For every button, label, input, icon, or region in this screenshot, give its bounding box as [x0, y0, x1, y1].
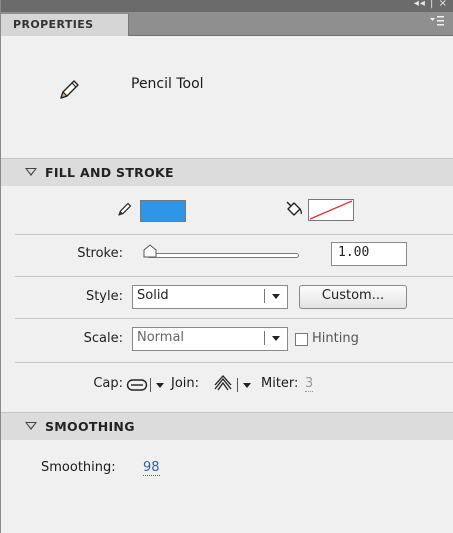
section-title: SMOOTHING	[45, 419, 135, 434]
chevron-down-icon	[272, 294, 280, 299]
chevron-down-icon	[272, 336, 280, 341]
scale-select-value: Normal	[137, 330, 185, 345]
panel-window-controls[interactable]: ◂◂ | ×	[414, 0, 448, 9]
divider	[15, 362, 453, 363]
stroke-width-input[interactable]: 1.00	[331, 242, 407, 266]
cap-separator	[150, 378, 151, 392]
select-separator	[264, 331, 265, 345]
divider	[15, 234, 453, 235]
divider	[15, 276, 453, 277]
tool-name: Pencil Tool	[131, 76, 204, 92]
cap-label: Cap:	[93, 376, 123, 391]
stroke-pencil-icon	[117, 201, 133, 217]
stroke-color-swatch[interactable]	[140, 200, 186, 222]
tab-properties[interactable]: PROPERTIES	[1, 14, 129, 36]
panel-tabstrip: PROPERTIES	[1, 12, 453, 36]
paint-bucket-icon	[284, 199, 304, 219]
panel-titlebar: ◂◂ | ×	[1, 0, 453, 12]
stroke-slider-track[interactable]	[147, 253, 299, 258]
smoothing-label: Smoothing:	[41, 460, 116, 475]
custom-button[interactable]: Custom...	[299, 285, 407, 309]
collapse-triangle-icon[interactable]	[25, 168, 37, 176]
smoothing-value[interactable]: 98	[143, 461, 160, 476]
miter-value[interactable]: 3	[305, 377, 314, 392]
hinting-label: Hinting	[312, 331, 359, 346]
join-round-icon[interactable]	[213, 375, 233, 391]
pencil-icon	[57, 78, 81, 102]
hinting-checkbox[interactable]	[295, 333, 308, 346]
scale-label: Scale:	[83, 331, 123, 346]
cap-round-icon[interactable]	[126, 378, 148, 392]
stroke-label: Stroke:	[77, 246, 123, 261]
fill-color-swatch[interactable]	[308, 199, 354, 221]
properties-panel: ◂◂ | × PROPERTIES Pencil Tool FILL AND S…	[0, 0, 453, 533]
style-select[interactable]: Solid	[132, 285, 288, 309]
miter-label: Miter:	[261, 376, 299, 391]
section-title: FILL AND STROKE	[45, 165, 174, 180]
scale-select[interactable]: Normal	[132, 327, 288, 351]
style-label: Style:	[85, 289, 123, 304]
cap-dropdown-icon[interactable]	[156, 383, 164, 388]
join-dropdown-icon[interactable]	[243, 383, 251, 388]
section-fill-and-stroke[interactable]: FILL AND STROKE	[1, 158, 453, 186]
stroke-slider-thumb[interactable]	[143, 244, 157, 258]
section-smoothing[interactable]: SMOOTHING	[1, 412, 453, 440]
select-separator	[264, 289, 265, 303]
divider	[15, 318, 453, 319]
style-select-value: Solid	[137, 288, 169, 303]
join-separator	[237, 378, 238, 392]
collapse-triangle-icon[interactable]	[25, 422, 37, 430]
join-label: Join:	[171, 376, 200, 391]
panel-menu-icon[interactable]	[429, 15, 445, 29]
